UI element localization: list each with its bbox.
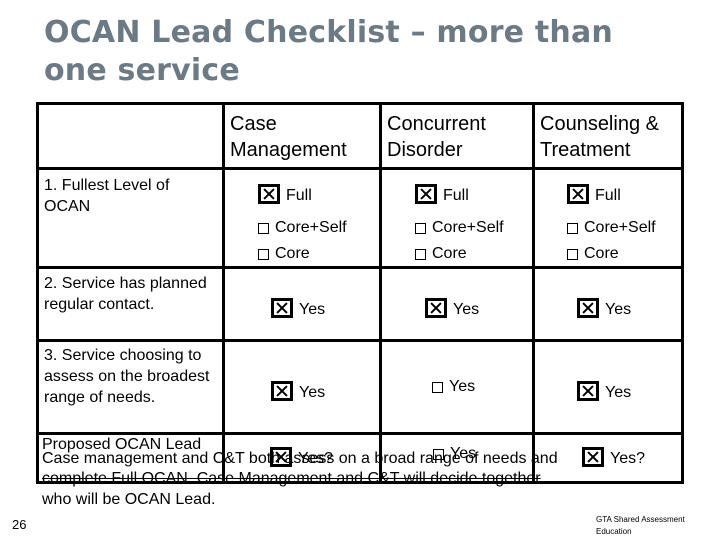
row-label-planned-contact: 2. Service has planned regular contact. <box>44 275 207 313</box>
checkbox-cd-broadest-range[interactable]: Yes <box>432 377 475 397</box>
slide-number: 26 <box>12 517 27 532</box>
table-divider <box>379 102 382 484</box>
table-divider <box>36 266 684 269</box>
checkbox-cd-core[interactable]: Core <box>415 244 467 264</box>
table-divider <box>222 102 225 484</box>
checkbox-cd-full[interactable]: Full <box>415 184 469 204</box>
checkbox-cm-core-self[interactable]: Core+Self <box>258 218 347 238</box>
checked-box-icon <box>415 184 437 204</box>
checkbox-ct-planned-contact[interactable]: Yes <box>577 298 631 318</box>
empty-box-icon <box>258 248 269 260</box>
checked-box-icon <box>582 447 604 467</box>
table-border-right <box>681 102 684 484</box>
checkbox-ct-full[interactable]: Full <box>567 184 621 204</box>
empty-box-icon <box>415 222 426 234</box>
row-label-broadest-range: 3. Service choosing to assess on the bro… <box>44 347 210 406</box>
empty-box-icon <box>432 381 443 393</box>
checkbox-cm-full[interactable]: Full <box>258 184 312 204</box>
ocan-lead-checklist-table: Case Management Concurrent Disorder Coun… <box>36 102 684 484</box>
checked-box-icon <box>271 298 293 318</box>
note-line-2: complete Full OCAN. Case Management and … <box>42 470 541 487</box>
empty-box-icon <box>258 222 269 234</box>
checkbox-ct-core[interactable]: Core <box>567 244 619 264</box>
checked-box-icon <box>258 184 280 204</box>
checkbox-cm-planned-contact[interactable]: Yes <box>271 298 325 318</box>
empty-box-icon <box>567 222 578 234</box>
column-header-case-management: Case Management <box>230 113 347 161</box>
checkbox-cm-broadest-range[interactable]: Yes <box>271 381 325 401</box>
checkbox-cd-planned-contact[interactable]: Yes <box>425 298 479 318</box>
slide-title: OCAN Lead Checklist – more than one serv… <box>44 15 613 88</box>
checkbox-cm-core[interactable]: Core <box>258 244 310 264</box>
empty-box-icon <box>567 248 578 260</box>
table-divider <box>36 339 684 342</box>
checkbox-ct-core-self[interactable]: Core+Self <box>567 218 656 238</box>
table-divider <box>532 102 535 484</box>
checked-box-icon <box>567 184 589 204</box>
checked-box-icon <box>577 298 599 318</box>
checkbox-ct-broadest-range[interactable]: Yes <box>577 381 631 401</box>
row-label-fullest-level: 1. Fullest Level of OCAN <box>44 177 170 215</box>
checkbox-ct-proposed-lead[interactable]: Yes? <box>582 447 645 467</box>
checked-box-icon <box>425 298 447 318</box>
note-line-1: Case management and C&T both assess on a… <box>42 450 558 467</box>
footer-organization: GTA Shared Assessment Education <box>596 515 685 536</box>
checked-box-icon <box>577 381 599 401</box>
checked-box-icon <box>271 381 293 401</box>
table-divider <box>36 432 684 435</box>
column-header-counseling-treatment: Counseling & Treatment <box>540 113 659 161</box>
column-header-concurrent-disorder: Concurrent Disorder <box>387 113 486 161</box>
table-divider <box>36 167 684 170</box>
table-border-top <box>36 102 684 105</box>
empty-box-icon <box>415 248 426 260</box>
table-border-left <box>36 102 39 484</box>
checkbox-cd-core-self[interactable]: Core+Self <box>415 218 504 238</box>
note-line-3: who will be OCAN Lead. <box>42 491 216 508</box>
